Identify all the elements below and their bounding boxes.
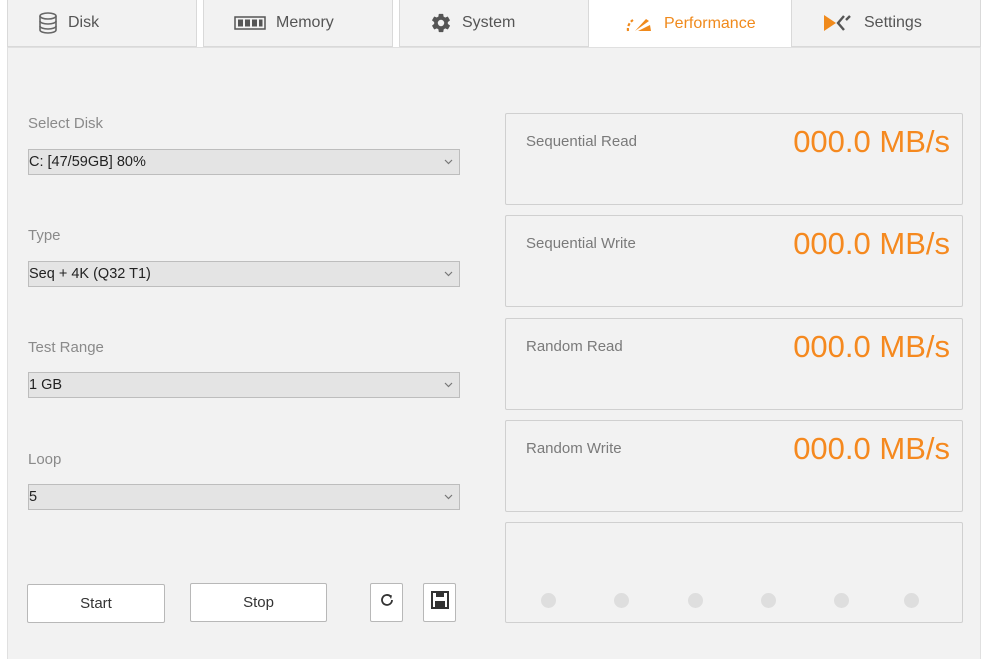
memory-chip-icon: [234, 16, 266, 30]
test-range-value: 1 GB: [29, 377, 63, 393]
select-disk-dropdown[interactable]: C: [47/59GB] 80%: [28, 149, 460, 175]
stop-button[interactable]: Stop: [190, 583, 327, 622]
chevron-down-icon: [444, 150, 454, 174]
progress-dot: [904, 593, 919, 608]
tab-performance[interactable]: Performance: [595, 0, 785, 48]
loop-dropdown[interactable]: 5: [28, 484, 460, 510]
chevron-down-icon: [444, 262, 454, 286]
refresh-icon: [379, 592, 395, 613]
result-card-random-write: Random Write 000.0 MB/s: [505, 420, 963, 512]
x-logo-icon: [822, 13, 854, 33]
type-label: Type: [28, 227, 61, 244]
type-value: Seq + 4K (Q32 T1): [29, 266, 151, 282]
save-button[interactable]: [423, 583, 456, 622]
tab-label: Disk: [68, 14, 100, 31]
progress-dot: [688, 593, 703, 608]
performance-panel: Select Disk C: [47/59GB] 80% Type Seq + …: [7, 47, 981, 659]
tab-label: Settings: [864, 14, 922, 31]
progress-dot: [614, 593, 629, 608]
database-icon: [38, 12, 58, 34]
start-button[interactable]: Start: [27, 584, 165, 623]
chevron-down-icon: [444, 373, 454, 397]
result-label: Random Write: [526, 440, 622, 457]
select-disk-label: Select Disk: [28, 115, 104, 132]
tab-system[interactable]: System: [399, 0, 589, 47]
result-card-random-read: Random Read 000.0 MB/s: [505, 318, 963, 410]
loop-value: 5: [29, 489, 38, 505]
save-icon: [430, 590, 450, 615]
tab-label: Memory: [276, 14, 334, 31]
result-value: 000.0 MB/s: [793, 226, 950, 261]
result-value: 000.0 MB/s: [793, 431, 950, 466]
result-card-sequential-read: Sequential Read 000.0 MB/s: [505, 113, 963, 205]
type-dropdown[interactable]: Seq + 4K (Q32 T1): [28, 261, 460, 287]
gear-icon: [430, 12, 452, 34]
result-card-sequential-write: Sequential Write 000.0 MB/s: [505, 215, 963, 307]
tab-label: System: [462, 14, 516, 31]
result-value: 000.0 MB/s: [793, 124, 950, 159]
loop-label: Loop: [28, 451, 62, 468]
tab-settings[interactable]: Settings: [791, 0, 981, 47]
progress-dot: [834, 593, 849, 608]
tab-memory[interactable]: Memory: [203, 0, 393, 47]
test-range-dropdown[interactable]: 1 GB: [28, 372, 460, 398]
chevron-down-icon: [444, 485, 454, 509]
result-label: Random Read: [526, 338, 623, 355]
result-label: Sequential Read: [526, 133, 637, 150]
progress-panel: [505, 522, 963, 623]
tab-label: Performance: [664, 14, 756, 32]
speedometer-icon: [624, 15, 654, 33]
select-disk-value: C: [47/59GB] 80%: [29, 154, 146, 170]
tab-bar: Disk Memory System Performance Settings: [0, 0, 981, 48]
result-value: 000.0 MB/s: [793, 329, 950, 364]
test-range-label: Test Range: [28, 339, 104, 356]
refresh-button[interactable]: [370, 583, 403, 622]
progress-dot: [761, 593, 776, 608]
progress-dot: [541, 593, 556, 608]
tab-disk[interactable]: Disk: [7, 0, 197, 47]
result-label: Sequential Write: [526, 235, 636, 252]
